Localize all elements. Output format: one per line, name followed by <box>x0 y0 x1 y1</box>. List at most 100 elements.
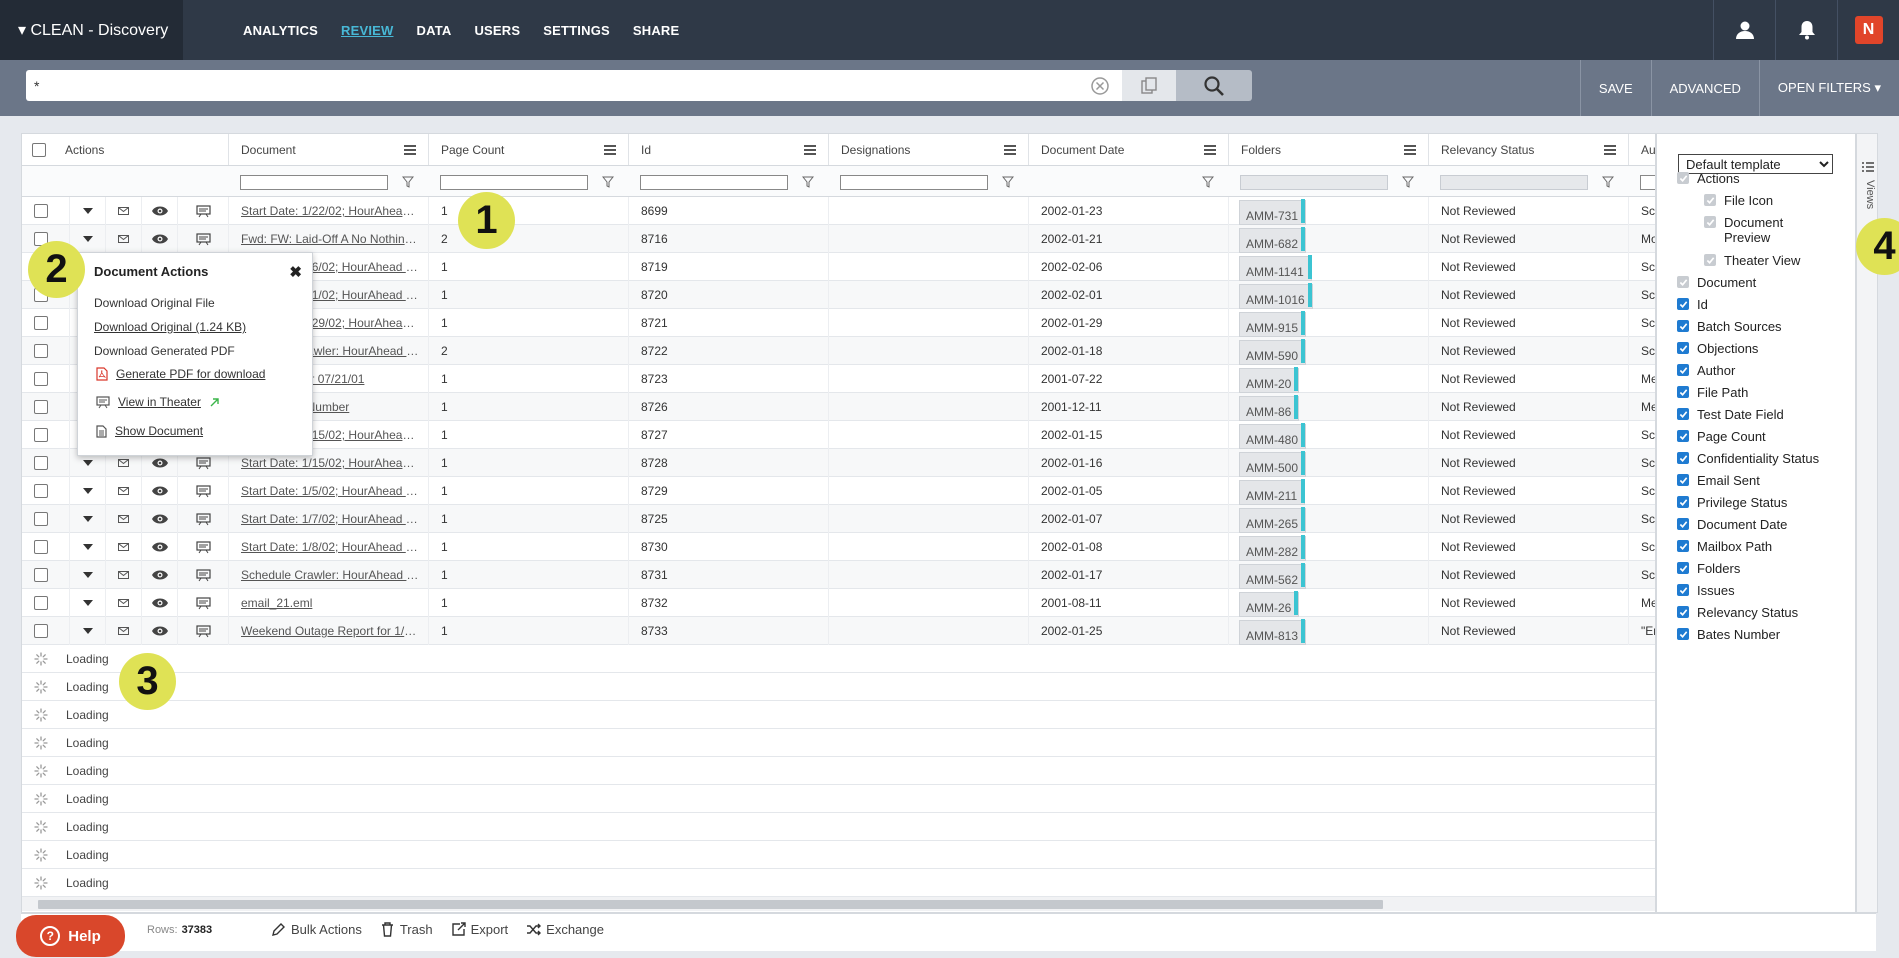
table-row[interactable]: Weekend Outage Report for 1/25/02 1 8733… <box>22 617 1655 645</box>
view-in-theater-link[interactable]: View in Theater <box>118 395 201 409</box>
folder-tag[interactable]: AMM-282 <box>1239 536 1307 561</box>
document-filter-input[interactable] <box>240 175 388 190</box>
copy-button[interactable] <box>1122 70 1176 101</box>
view-in-theater-item[interactable]: View in Theater <box>96 395 220 409</box>
trash-button[interactable]: Trash <box>380 922 433 937</box>
view-field-checkbox[interactable] <box>1677 518 1689 530</box>
filter-icon[interactable] <box>1002 176 1014 188</box>
column-designations[interactable]: Designations <box>829 134 1029 165</box>
save-button[interactable]: SAVE <box>1579 60 1651 116</box>
eye-icon[interactable] <box>151 514 168 524</box>
view-field-item[interactable]: Mailbox Path <box>1677 539 1772 554</box>
row-checkbox[interactable] <box>34 428 48 442</box>
view-field-checkbox[interactable] <box>1677 628 1689 640</box>
filter-icon[interactable] <box>802 176 814 188</box>
id-filter-input[interactable] <box>640 175 788 190</box>
nav-analytics[interactable]: ANALYTICS <box>243 23 318 38</box>
folder-tag[interactable]: AMM-813 <box>1239 620 1307 645</box>
folder-tag[interactable]: AMM-1141 <box>1239 256 1312 281</box>
app-title[interactable]: ▾ CLEAN - Discovery <box>0 0 183 60</box>
column-author[interactable]: Aut <box>1629 134 1655 165</box>
theater-icon[interactable] <box>195 540 211 554</box>
caret-down-icon[interactable] <box>82 236 93 242</box>
eye-icon[interactable] <box>151 458 168 468</box>
bell-icon[interactable] <box>1775 0 1837 60</box>
theater-icon[interactable] <box>195 624 211 638</box>
caret-down-icon[interactable] <box>82 544 93 550</box>
eye-icon[interactable] <box>151 206 168 216</box>
document-link[interactable]: Start Date: 1/8/02; HourAhead Hour: 1; <box>229 540 421 554</box>
nav-users[interactable]: USERS <box>474 23 520 38</box>
eye-icon[interactable] <box>151 570 168 580</box>
document-link[interactable]: Fwd: FW: Laid-Off A No Nothing Recall <box>229 232 421 246</box>
horizontal-scrollbar[interactable] <box>22 897 1655 911</box>
folder-tag[interactable]: AMM-682 <box>1239 228 1307 253</box>
view-field-checkbox[interactable] <box>1677 452 1689 464</box>
row-checkbox[interactable] <box>34 400 48 414</box>
row-checkbox[interactable] <box>34 512 48 526</box>
column-menu-icon[interactable] <box>1404 145 1416 155</box>
column-menu-icon[interactable] <box>804 145 816 155</box>
view-field-item[interactable]: Folders <box>1677 561 1740 576</box>
document-link[interactable]: email_21.eml <box>229 596 421 610</box>
help-button[interactable]: ? Help <box>16 915 125 957</box>
generate-pdf-item[interactable]: Generate PDF for download <box>96 367 265 381</box>
column-menu-icon[interactable] <box>404 145 416 155</box>
view-field-item[interactable]: Issues <box>1677 583 1735 598</box>
show-document-link[interactable]: Show Document <box>115 424 203 438</box>
document-link[interactable]: Start Date: 1/15/02; HourAhead Hour: 24; <box>229 456 421 470</box>
email-icon[interactable] <box>118 627 129 635</box>
folder-tag[interactable]: AMM-26 <box>1239 592 1300 617</box>
folder-tag[interactable]: AMM-1016 <box>1239 284 1313 309</box>
search-input[interactable] <box>26 70 1122 101</box>
view-field-checkbox[interactable] <box>1677 386 1689 398</box>
filter-icon[interactable] <box>602 176 614 188</box>
document-link[interactable]: Start Date: 1/5/02; HourAhead Hour: 1; <box>229 484 421 498</box>
row-checkbox[interactable] <box>34 316 48 330</box>
caret-down-icon[interactable] <box>82 572 93 578</box>
folder-tag[interactable]: AMM-211 <box>1239 480 1306 505</box>
document-link[interactable]: Schedule Crawler: HourAhead Failure <box>229 568 421 582</box>
row-checkbox[interactable] <box>34 568 48 582</box>
folder-tag[interactable]: AMM-500 <box>1239 452 1307 477</box>
user-icon[interactable] <box>1713 0 1775 60</box>
view-field-item[interactable]: Document <box>1677 275 1756 290</box>
row-checkbox[interactable] <box>34 624 48 638</box>
folder-tag[interactable]: AMM-20 <box>1239 368 1300 393</box>
column-menu-icon[interactable] <box>1004 145 1016 155</box>
email-icon[interactable] <box>118 459 129 467</box>
row-checkbox[interactable] <box>34 540 48 554</box>
download-original-link[interactable]: Download Original (1.24 KB) <box>94 320 246 334</box>
view-field-item[interactable]: Document Date <box>1677 517 1787 532</box>
eye-icon[interactable] <box>151 234 168 244</box>
nav-share[interactable]: SHARE <box>633 23 680 38</box>
view-field-item[interactable]: Email Sent <box>1677 473 1760 488</box>
relevancy-filter-input[interactable] <box>1440 175 1588 190</box>
column-folders[interactable]: Folders <box>1229 134 1429 165</box>
filter-icon[interactable] <box>1602 176 1614 188</box>
advanced-button[interactable]: ADVANCED <box>1650 60 1759 116</box>
folder-tag[interactable]: AMM-86 <box>1239 396 1300 421</box>
eye-icon[interactable] <box>151 542 168 552</box>
column-relevancy-status[interactable]: Relevancy Status <box>1429 134 1629 165</box>
app-logo-icon[interactable]: N <box>1837 0 1899 60</box>
view-field-item[interactable]: Test Date Field <box>1677 407 1784 422</box>
designations-filter-input[interactable] <box>840 175 988 190</box>
eye-icon[interactable] <box>151 626 168 636</box>
view-field-checkbox[interactable] <box>1677 320 1689 332</box>
column-id[interactable]: Id <box>629 134 829 165</box>
view-field-checkbox[interactable] <box>1677 298 1689 310</box>
email-icon[interactable] <box>118 207 129 215</box>
view-field-checkbox[interactable] <box>1677 540 1689 552</box>
view-field-checkbox[interactable] <box>1677 364 1689 376</box>
view-field-checkbox[interactable] <box>1677 408 1689 420</box>
view-field-checkbox[interactable] <box>1677 606 1689 618</box>
view-field-item[interactable]: Actions <box>1677 171 1740 186</box>
folder-tag[interactable]: AMM-590 <box>1239 340 1307 365</box>
view-field-checkbox[interactable] <box>1677 584 1689 596</box>
nav-review[interactable]: REVIEW <box>341 23 393 38</box>
nav-settings[interactable]: SETTINGS <box>543 23 610 38</box>
column-menu-icon[interactable] <box>1204 145 1216 155</box>
theater-icon[interactable] <box>195 232 211 246</box>
view-field-item[interactable]: File Path <box>1677 385 1748 400</box>
